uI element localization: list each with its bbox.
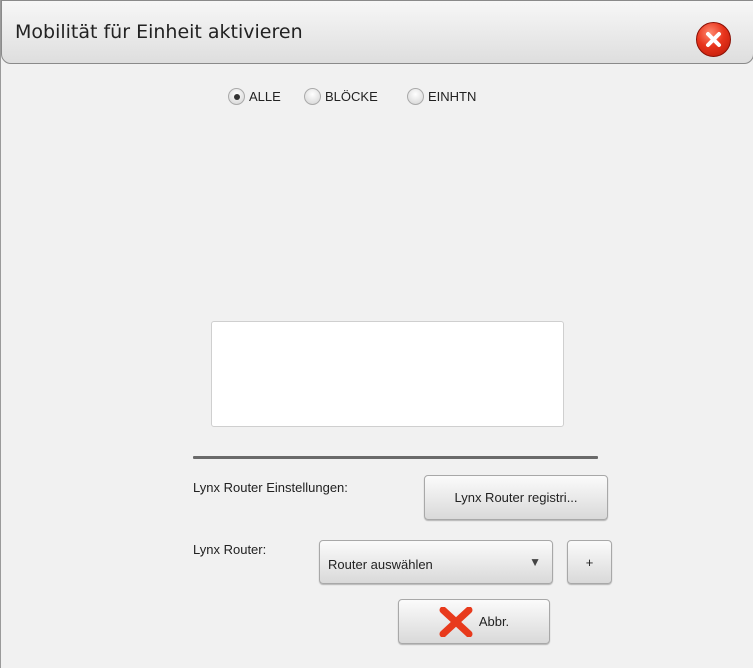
title-bar: Mobilität für Einheit aktivieren [1,0,753,64]
lynx-router-settings-label: Lynx Router Einstellungen: [193,480,348,495]
divider [193,456,598,459]
scope-radio-group: ALLE BLÖCKE EINHTN [1,88,753,112]
dialog: Mobilität für Einheit aktivieren ALLE BL… [0,0,753,668]
red-x-icon [439,606,473,637]
add-router-label: + [585,554,594,570]
radio-alle[interactable]: ALLE [228,88,281,105]
radio-alle-indicator[interactable] [228,88,245,105]
dialog-title: Mobilität für Einheit aktivieren [15,21,303,43]
unit-list-box[interactable] [211,321,564,427]
router-select[interactable]: Router auswählen ▼ [319,540,553,584]
cancel-label: Abbr. [478,614,510,629]
router-select-value: Router auswählen [328,557,433,572]
add-router-button[interactable]: + [567,540,612,584]
radio-alle-label: ALLE [249,89,281,104]
close-icon [706,32,721,47]
close-button[interactable] [696,22,731,57]
radio-einhtn-label: EINHTN [428,89,477,104]
radio-bloecke-label: BLÖCKE [325,89,378,104]
radio-bloecke-indicator[interactable] [304,88,321,105]
radio-einhtn-indicator[interactable] [407,88,424,105]
cancel-button[interactable]: Abbr. [398,599,550,644]
chevron-down-icon: ▼ [529,555,541,569]
radio-bloecke[interactable]: BLÖCKE [304,88,378,105]
lynx-router-label: Lynx Router: [193,542,267,557]
lynx-router-register-button[interactable]: Lynx Router registri... [424,475,608,520]
lynx-router-register-label: Lynx Router registri... [454,490,578,505]
radio-einhtn[interactable]: EINHTN [407,88,476,105]
